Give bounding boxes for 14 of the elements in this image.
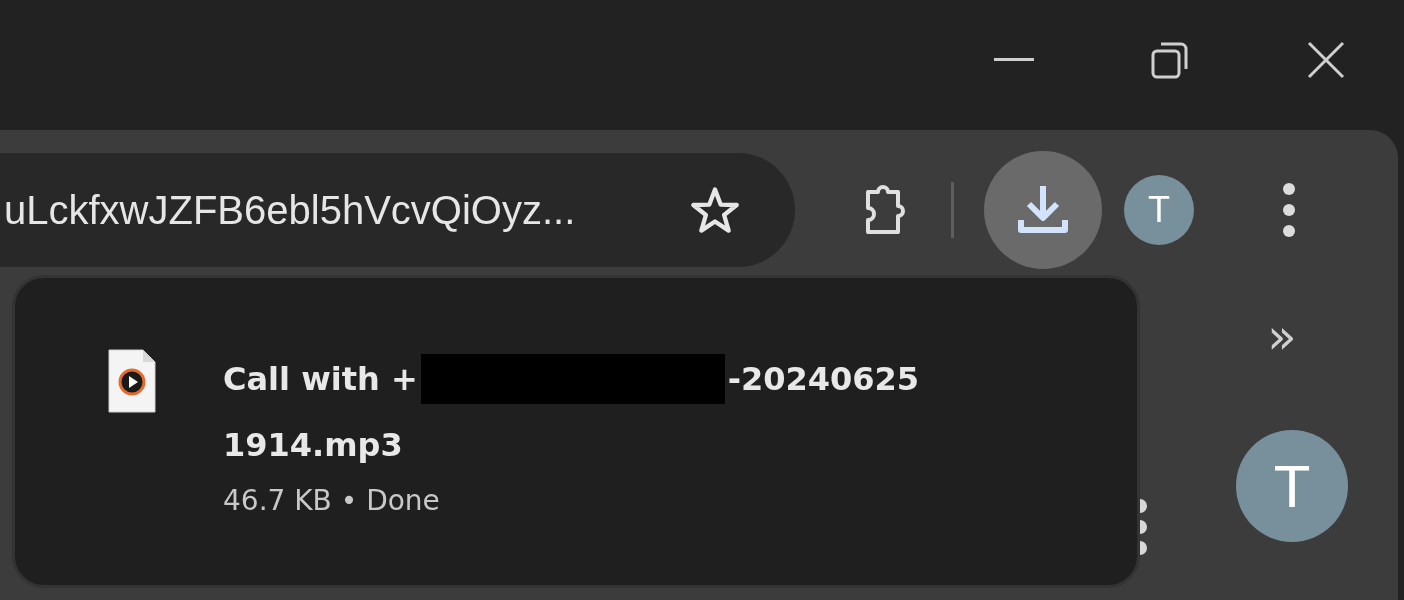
more-icon[interactable] (1140, 498, 1147, 556)
address-bar[interactable]: uLckfxwJZFB6ebl5hVcvQiOyz... (0, 153, 795, 267)
url-text: uLckfxwJZFB6ebl5hVcvQiOyz... (4, 187, 576, 233)
close-icon (1307, 41, 1345, 79)
file-name: 1914.mp3 (223, 426, 403, 464)
overflow-button[interactable]: » (1267, 312, 1297, 360)
file-name: -20240625 (727, 360, 920, 398)
audio-file-icon (107, 348, 157, 414)
restore-icon (1151, 41, 1189, 79)
star-icon (689, 185, 741, 235)
minimize-icon (994, 58, 1034, 62)
download-status: 46.7 KB • Done (223, 484, 441, 517)
file-name: Call with + (223, 360, 418, 398)
more-icon (1282, 182, 1296, 238)
